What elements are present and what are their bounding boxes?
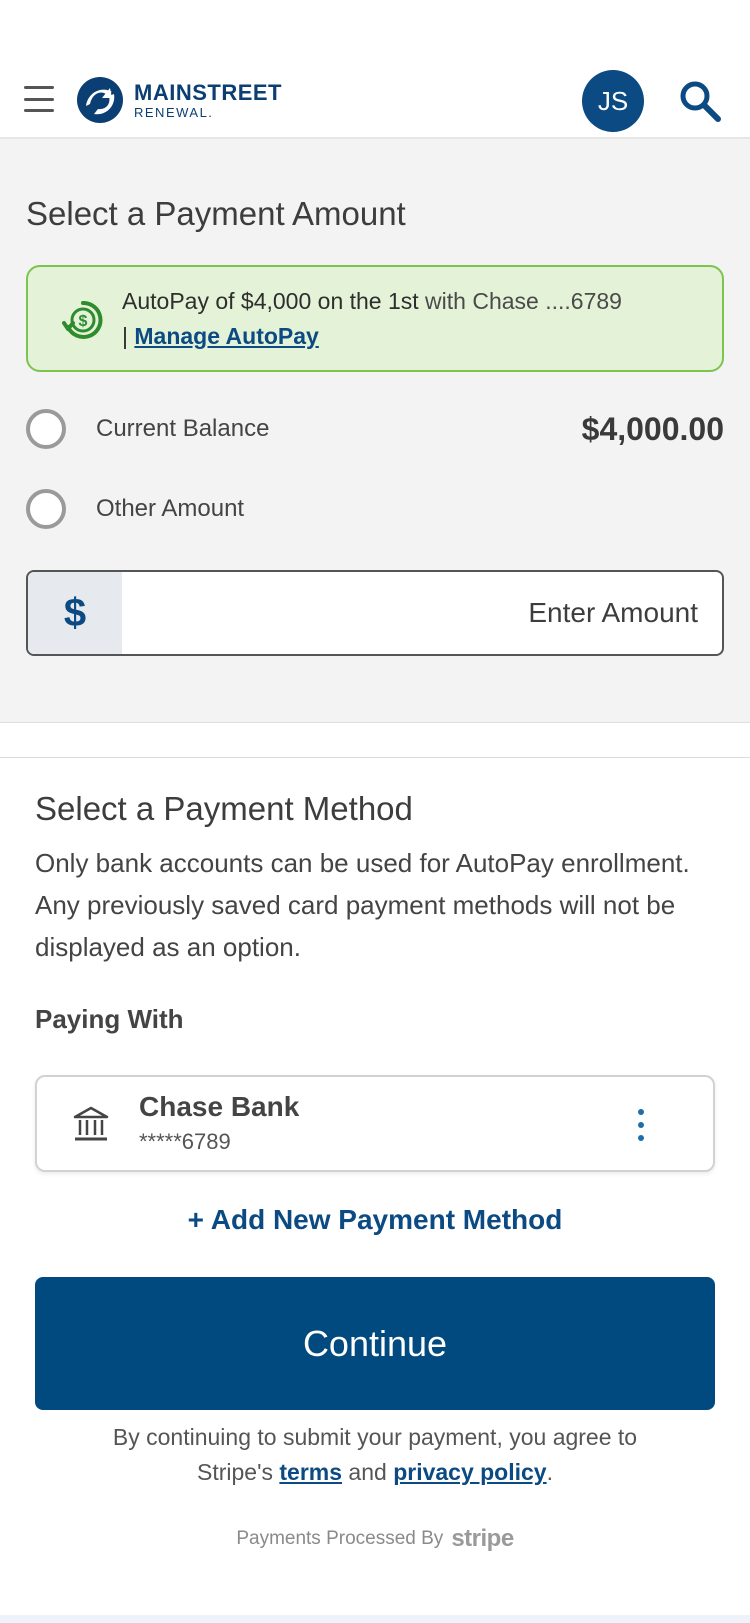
svg-text:$: $ [79,313,88,330]
bank-name: Chase Bank [139,1091,300,1122]
mainstreet-logo-icon [77,77,123,123]
current-balance-label: Current Balance [96,415,270,442]
bank-account-number: *****6789 [139,1129,231,1154]
mainstreet-logo[interactable]: MAINSTREET RENEWAL. [76,76,282,124]
bottom-bar [0,1615,750,1623]
manage-autopay-link[interactable]: Manage AutoPay [134,323,318,349]
legal-and: and [342,1459,394,1485]
legal-prefix: Stripe's [197,1459,280,1485]
section-divider [0,757,750,758]
search-icon[interactable] [678,79,722,123]
bank-account-card[interactable]: Chase Bank *****6789 [35,1075,715,1172]
more-options-icon[interactable] [631,1109,651,1141]
autopay-text-main: AutoPay of $4,000 on the 1st [122,288,419,314]
autopay-dollar-icon: $ [62,300,103,339]
add-payment-method-link[interactable]: + Add New Payment Method [0,1204,750,1236]
payment-method-title: Select a Payment Method [35,790,413,827]
payment-amount-title: Select a Payment Amount [26,195,406,232]
autopay-banner: $ AutoPay of $4,000 on the 1st with Chas… [26,265,724,372]
hamburger-menu-icon[interactable] [24,86,54,112]
autopay-text-account: with Chase ....6789 [418,288,622,314]
amount-input[interactable] [122,572,722,654]
paying-with-label: Paying With [35,1004,184,1034]
logo-sub-text: RENEWAL. [134,104,214,120]
other-amount-radio[interactable] [26,489,66,529]
autopay-separator: | [122,323,135,349]
current-balance-value: $4,000.00 [581,410,724,447]
payment-method-note: Only bank accounts can be used for AutoP… [35,848,690,962]
continue-button[interactable]: Continue [35,1277,715,1410]
privacy-policy-link[interactable]: privacy policy [393,1459,546,1485]
legal-end: . [546,1459,553,1485]
terms-link[interactable]: terms [279,1459,342,1485]
dollar-prefix: $ [28,572,122,654]
payments-processed-footer: Payments Processed By stripe [0,1525,750,1553]
app-header: MAINSTREET RENEWAL. JS [0,0,750,139]
stripe-logo: stripe [451,1525,514,1552]
current-balance-radio[interactable] [26,409,66,449]
current-balance-option[interactable]: Current Balance $4,000.00 [26,407,724,451]
processed-by-text: Payments Processed By [236,1528,444,1549]
logo-main-text: MAINSTREET [134,79,282,105]
legal-line1: By continuing to submit your payment, yo… [112,1424,638,1450]
autopay-text: AutoPay of $4,000 on the 1st with Chase … [122,284,712,354]
other-amount-option[interactable]: Other Amount [26,487,724,531]
user-avatar[interactable]: JS [582,70,644,132]
amount-input-group: $ [26,570,724,656]
bank-icon [73,1106,109,1141]
legal-text: By continuing to submit your payment, yo… [0,1420,750,1490]
payment-amount-section: Select a Payment Amount $ AutoPay of $4,… [0,139,750,723]
other-amount-label: Other Amount [96,495,245,522]
